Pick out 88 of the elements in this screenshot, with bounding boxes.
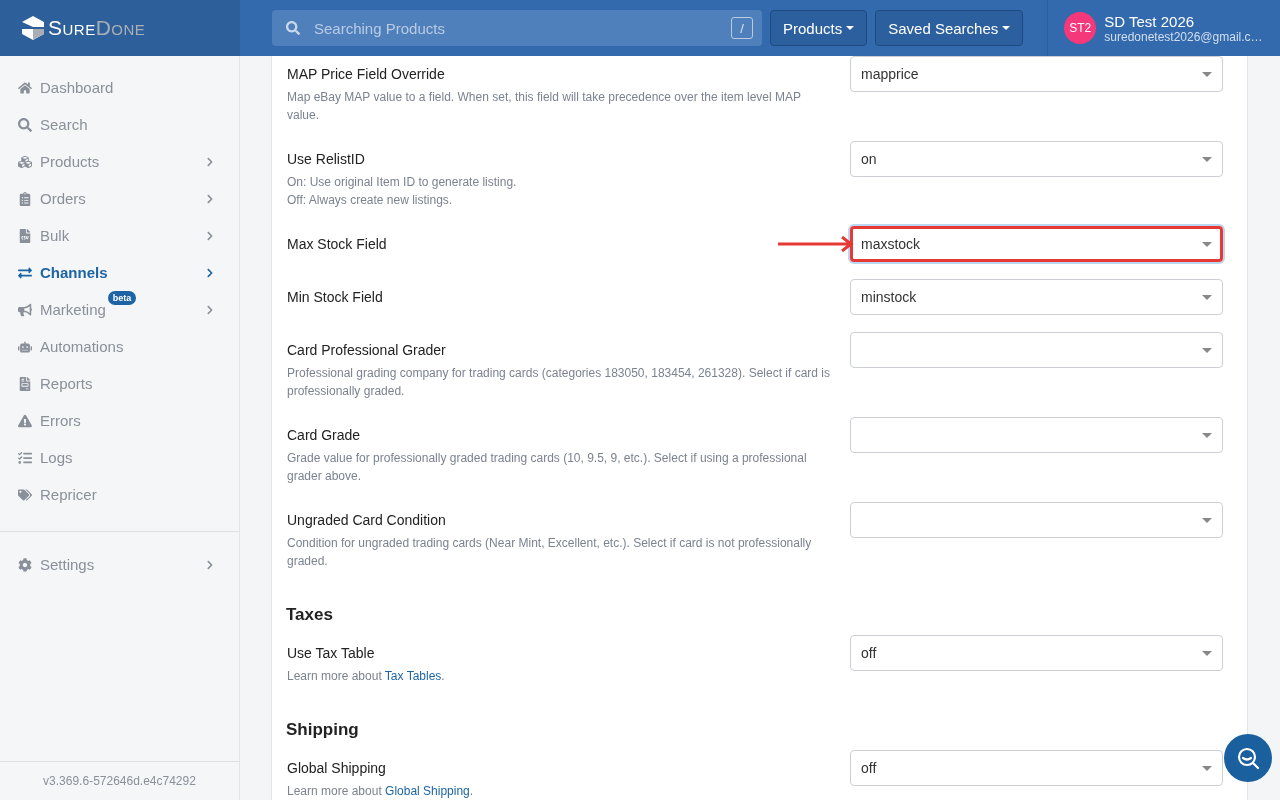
clipboard-icon <box>18 191 32 206</box>
field-label: Max Stock Field <box>287 235 387 254</box>
help-link[interactable]: Global Shipping <box>385 784 470 798</box>
field-description: Condition for ungraded trading cards (Near Mint, Excellent, etc.). Select if card is not professionally graded. <box>287 535 813 570</box>
field-label: Use Tax Table <box>287 644 375 663</box>
beta-badge: beta <box>107 291 137 305</box>
gear-icon <box>18 557 32 572</box>
search-field[interactable]: Searching Products <box>312 18 719 38</box>
caret-icon <box>1202 650 1212 656</box>
item-label: Reports <box>40 375 93 392</box>
caret-icon <box>1202 517 1212 523</box>
item-label: Bulk <box>40 227 70 244</box>
checklist-icon <box>18 450 32 465</box>
caret-icon <box>1202 347 1212 353</box>
cubes-icon <box>18 154 32 169</box>
logo-text: SureDone <box>48 16 146 40</box>
caret-icon <box>1202 432 1212 438</box>
sidebar-item[interactable]: Orders <box>0 180 239 217</box>
field-description: Learn more about Tax Tables. <box>287 668 446 685</box>
sidebar-item[interactable]: Repricer <box>0 476 239 513</box>
field-description: Off: Always create new listings. <box>287 192 454 209</box>
select-field[interactable]: maxstock <box>850 226 1223 262</box>
select-field[interactable]: off <box>850 635 1223 671</box>
logo-icon <box>20 15 46 41</box>
sidebar-item[interactable]: Errors <box>0 402 239 439</box>
user-name: SD Test 2026 <box>1104 12 1196 30</box>
sidebar-item[interactable]: Products <box>0 143 239 180</box>
item-label: Logs <box>40 449 73 466</box>
field-description: Grade value for professionally graded trading cards (10, 9.5, 9, etc.). Select if using a professional grader above. <box>287 450 808 485</box>
item-label: Automations <box>40 338 124 355</box>
select-field[interactable]: mapprice <box>850 56 1223 92</box>
caret-icon <box>1202 156 1212 162</box>
item-label: Errors <box>40 412 81 429</box>
sidebar-item[interactable]: Logs <box>0 439 239 476</box>
field-label: Card Grade <box>287 426 361 445</box>
field-label: Use RelistID <box>287 150 365 169</box>
field-description: Professional grading company for trading cards (categories 183050, 183454, 261328). Select if card is professionally graded. <box>287 365 830 400</box>
section-title: Taxes <box>286 605 334 625</box>
sidebar-item[interactable]: Channels <box>0 254 239 291</box>
item-label: Channels <box>40 264 108 281</box>
field-description: Learn more about Global Shipping. <box>287 783 475 800</box>
search-icon <box>18 117 32 132</box>
caret-icon <box>1202 71 1212 77</box>
robot-icon <box>18 339 32 354</box>
field-description: Map eBay MAP value to a field. When set, this field will take precedence over the item level MAP value. <box>287 89 802 124</box>
sidebar-item[interactable]: Dashboard <box>0 69 239 106</box>
field-label: Global Shipping <box>287 759 386 778</box>
megaphone-icon <box>18 302 32 317</box>
csv-file-icon <box>18 228 32 243</box>
item-label: Dashboard <box>40 79 114 96</box>
user-email: suredonetest2026@gmail.c… <box>1104 29 1263 44</box>
search-field[interactable]: Searching Products / <box>272 10 762 46</box>
section-title: Shipping <box>286 720 360 740</box>
select-field[interactable]: minstock <box>850 279 1223 315</box>
tag-icon <box>18 487 32 502</box>
item-label: Products <box>40 153 100 170</box>
caret-icon <box>1202 294 1212 300</box>
shortcut-key: / <box>731 17 753 39</box>
sidebar-item[interactable]: Search <box>0 106 239 143</box>
document-icon <box>18 376 32 391</box>
sidebar-item[interactable]: Marketing beta <box>0 291 239 328</box>
field-label: Ungraded Card Condition <box>287 511 446 530</box>
item-label: Settings <box>40 556 95 573</box>
sidebar-item[interactable]: Automations <box>0 328 239 365</box>
home-icon <box>18 80 32 95</box>
warning-icon <box>18 413 32 428</box>
user-avatar[interactable]: ST2 <box>1064 12 1097 44</box>
field-label: MAP Price Field Override <box>287 65 445 84</box>
select-field[interactable]: on <box>850 141 1223 177</box>
item-label: Orders <box>40 190 86 207</box>
caret-icon <box>1202 241 1212 247</box>
field-label: Min Stock Field <box>287 288 383 307</box>
item-label: Search <box>40 116 88 133</box>
arrows-icon <box>18 265 32 280</box>
dropdown-button[interactable]: Products <box>770 10 868 46</box>
select-field[interactable]: off <box>850 750 1223 786</box>
search-icon <box>286 21 300 35</box>
field-label: Card Professional Grader <box>287 341 446 360</box>
sidebar-item[interactable]: Settings <box>0 546 239 583</box>
dropdown-button[interactable]: Saved Searches <box>875 10 1024 46</box>
sidebar-item[interactable]: Reports <box>0 365 239 402</box>
item-label: Marketing <box>40 301 106 318</box>
version-text: v3.369.6-572646d.e4c74292 <box>0 761 239 800</box>
sidebar-item[interactable]: Bulk <box>0 217 239 254</box>
caret-icon <box>1202 765 1212 771</box>
item-label: Repricer <box>40 486 97 503</box>
field-description: On: Use original Item ID to generate listing. <box>287 174 518 191</box>
search-icon <box>1236 746 1260 770</box>
